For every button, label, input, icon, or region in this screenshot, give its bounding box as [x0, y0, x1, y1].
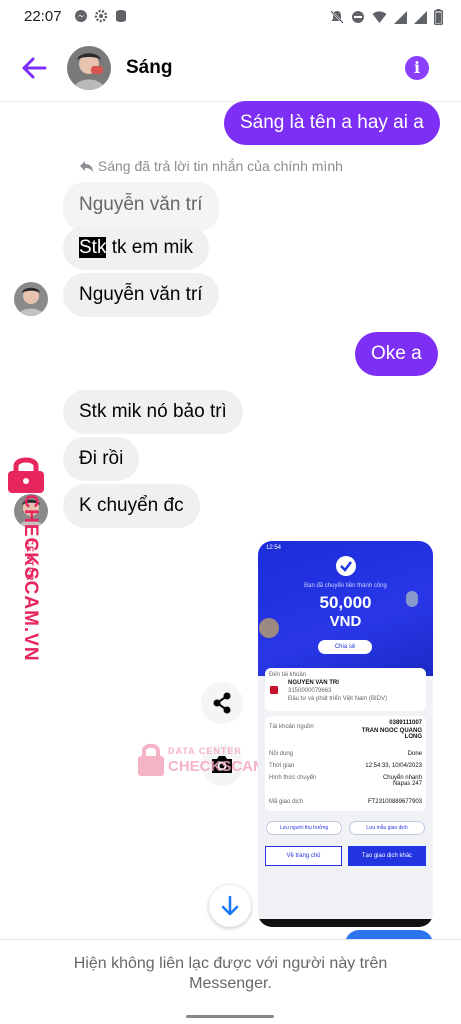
- receipt-code-value: FT23100889677903: [367, 799, 422, 805]
- scroll-to-bottom-button[interactable]: [209, 885, 251, 927]
- reply-note: Sáng đã trả lời tin nhắn của chính mình: [80, 158, 343, 174]
- receipt-to-label: Đến tài khoản: [269, 672, 307, 678]
- receipt-new-tx-button: Tạo giao dịch khác: [348, 846, 426, 866]
- message-incoming[interactable]: Đi rồi: [63, 437, 140, 481]
- status-left-icons: [74, 9, 128, 23]
- receipt-time-label: Thời gian: [269, 763, 295, 769]
- share-icon: [213, 692, 231, 714]
- receipt-success-text: Bạn đã chuyển tiền thành công: [304, 583, 387, 589]
- receipt-share-button: Chia sẻ: [318, 640, 372, 654]
- receipt-home-label: Về trang chủ: [286, 853, 321, 859]
- status-right-icons: [330, 9, 443, 25]
- mute-icon: [330, 10, 344, 24]
- receipt-code-label: Mã giao dịch: [269, 799, 304, 805]
- receipt-new-tx-label: Tạo giao dịch khác: [361, 853, 413, 859]
- receipt-currency: VND: [329, 613, 362, 630]
- receipt-time-value: 12:54:33, 10/04/2023: [365, 763, 422, 769]
- receipt-image[interactable]: 12:54 Bạn đã chuyển tiền thành công 50,0…: [258, 541, 433, 927]
- receipt-method-label: Hình thức chuyển: [269, 775, 317, 781]
- receipt-status-time: 12:54: [266, 545, 282, 551]
- receipt-recipient-bank: Đầu tư và phát triển Việt Nam (BIDV): [288, 696, 387, 702]
- receipt-source-account: 0389111007: [389, 720, 422, 726]
- watermark-center-label: CENTER: [25, 538, 35, 582]
- receipt-decoration: [406, 591, 418, 607]
- message-incoming[interactable]: Stk tk em mik: [63, 226, 210, 270]
- receipt-source-label: Tài khoản nguồn: [269, 724, 314, 730]
- status-time: 22:07: [24, 8, 62, 25]
- message-outgoing[interactable]: Oke a: [355, 332, 438, 376]
- message-incoming[interactable]: Nguyễn văn trí: [63, 273, 219, 317]
- receipt-save-recipient-label: Lưu người thụ hưởng: [279, 825, 329, 831]
- bank-logo-icon: [270, 686, 278, 694]
- receipt-content-value: Done: [407, 751, 422, 757]
- unavailable-bar: Hiện không liên lạc được với người này t…: [0, 939, 461, 1024]
- receipt-method-value: Chuyển nhanh Napas 247: [382, 775, 422, 787]
- battery-icon: [434, 9, 443, 25]
- receipt-share-label: Chia sẻ: [334, 644, 356, 650]
- contact-name[interactable]: Sáng: [126, 57, 172, 79]
- reply-icon: [80, 161, 93, 172]
- receipt-save-recipient: Lưu người thụ hưởng: [266, 821, 342, 835]
- message-outgoing[interactable]: Sáng là tên a hay ai a: [224, 101, 440, 145]
- receipt-recipient-account: 3150000079663: [288, 688, 332, 694]
- unavailable-notice: Hiện không liên lạc được với người này t…: [73, 955, 388, 992]
- settings-icon: [94, 9, 108, 23]
- receipt-home-button: Về trang chủ: [265, 846, 342, 866]
- quoted-message[interactable]: Nguyễn văn trí: [63, 182, 219, 232]
- receipt-content-label: Nội dung: [269, 751, 294, 757]
- chat-header: Sáng i: [0, 34, 461, 102]
- receipt-recipient-name: NGUYEN VAN TRI: [288, 680, 339, 686]
- arrow-down-icon: [221, 895, 239, 916]
- receipt-avatar: [259, 618, 279, 638]
- message-text: tk em mik: [106, 237, 194, 258]
- status-bar: 22:07: [0, 0, 461, 34]
- watermark-data-center: DATA CENTER: [168, 746, 242, 756]
- reply-note-text: Sáng đã trả lời tin nhắn của chính mình: [97, 158, 343, 174]
- watermark-side: CHECKSCAM.VN CENTER: [4, 455, 52, 662]
- home-indicator[interactable]: [186, 1015, 274, 1018]
- receipt-sender-name: TRAN NGOC QUANG LONG: [361, 728, 422, 740]
- message-incoming[interactable]: K chuyển đc: [63, 484, 200, 528]
- receipt-recipient-card: Đến tài khoản NGUYEN VAN TRI 31500000796…: [265, 668, 426, 711]
- share-button[interactable]: [201, 682, 243, 724]
- receipt-bottom-bar: [258, 919, 433, 927]
- do-not-disturb-icon: [352, 11, 364, 23]
- receipt-header: 12:54 Bạn đã chuyển tiền thành công 50,0…: [258, 541, 433, 676]
- info-icon[interactable]: i: [405, 56, 429, 80]
- messenger-notification-icon: [75, 10, 87, 22]
- receipt-save-template-label: Lưu mẫu giao dịch: [366, 825, 408, 831]
- receipt-details-card: Tài khoản nguồn 0389111007 TRAN NGOC QUA…: [265, 716, 426, 811]
- message-incoming[interactable]: Stk mik nó bảo trì: [63, 390, 243, 434]
- signal-icon-2: [414, 10, 427, 24]
- lock-logo-icon: [138, 743, 164, 776]
- back-arrow-icon[interactable]: [20, 54, 48, 82]
- wifi-icon: [372, 11, 387, 23]
- signal-icon: [394, 10, 407, 24]
- contact-avatar[interactable]: [67, 46, 111, 90]
- highlighted-text: Stk: [79, 237, 107, 258]
- success-check-icon: [336, 556, 356, 576]
- database-icon: [116, 10, 126, 22]
- receipt-save-template: Lưu mẫu giao dịch: [349, 821, 425, 835]
- sender-avatar[interactable]: [14, 282, 48, 316]
